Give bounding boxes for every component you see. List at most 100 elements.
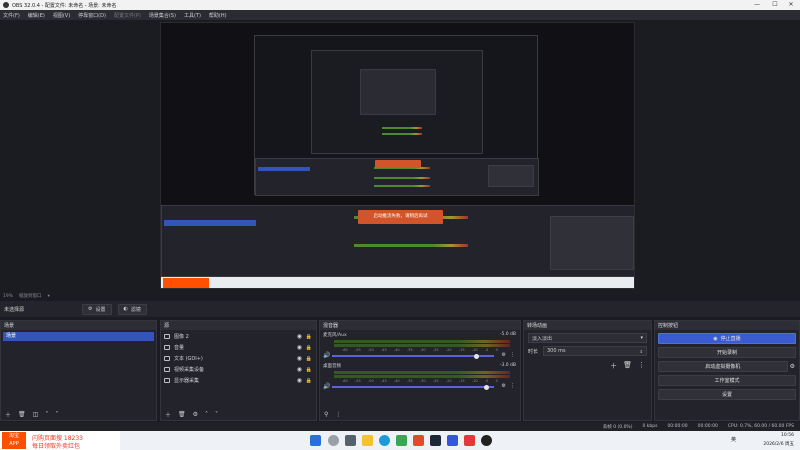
volume-knob[interactable]	[484, 384, 489, 390]
menu-view[interactable]: 视图(V)	[53, 12, 70, 19]
volume-knob[interactable]	[474, 353, 479, 359]
duration-label: 时长	[528, 348, 539, 355]
volume-slider[interactable]	[332, 355, 494, 357]
app-icon[interactable]	[447, 435, 458, 446]
file-explorer-icon[interactable]	[362, 435, 373, 446]
menu-file[interactable]: 文件(F)	[3, 12, 20, 19]
stop-streaming-button[interactable]: ◉ 停止直播	[658, 333, 796, 344]
transitions-dock: 转场动画 淡入淡出 ▾ 时长 300 ms ⇕ ＋ 🗑 ⋮	[523, 320, 652, 421]
close-button[interactable]: ✕	[782, 0, 800, 10]
transition-select[interactable]: 淡入淡出 ▾	[528, 333, 647, 343]
chevron-down-icon[interactable]: ▾	[48, 294, 50, 299]
language-indicator[interactable]: 英	[731, 436, 736, 443]
preview-canvas[interactable]: 启动推流失败，请稍后再试	[160, 22, 635, 289]
add-icon[interactable]: ＋	[165, 410, 171, 419]
menu-profile[interactable]: 配置文件(P)	[114, 12, 141, 19]
task-view-icon[interactable]	[345, 435, 356, 446]
eye-icon[interactable]: ◉	[297, 333, 302, 340]
chevron-up-icon[interactable]: ˄	[205, 411, 208, 418]
volume-slider[interactable]	[332, 386, 494, 388]
more-icon[interactable]: ⋮	[510, 383, 515, 389]
mixer-channel: 桌面音频 -3.0 dB -60 -55 -50 -45 -40 -35 -30 -25 -20…	[320, 361, 520, 391]
link-icon[interactable]: ⚲	[324, 411, 328, 418]
scenes-dock: 场景 场景 ＋ 🗑 ◫ ˄ ˅	[0, 320, 157, 421]
add-icon[interactable]: ＋	[610, 361, 617, 371]
duration-input[interactable]: 300 ms ⇕	[543, 346, 647, 356]
source-item[interactable]: 视频采集设备 ◉ 🔒	[161, 364, 316, 375]
speaker-icon[interactable]: 🔊	[323, 352, 330, 359]
nested-preview	[254, 35, 539, 196]
stepper-icon: ⇕	[639, 348, 643, 354]
menu-docks[interactable]: 停靠窗口(D)	[78, 12, 106, 19]
zoom-mode[interactable]: 缩放到窗口	[19, 293, 42, 299]
steam-icon[interactable]	[430, 435, 441, 446]
menu-edit[interactable]: 编辑(E)	[28, 12, 45, 19]
gear-icon[interactable]: ⚙	[193, 411, 198, 418]
search-icon[interactable]	[328, 435, 339, 446]
app-icon[interactable]	[396, 435, 407, 446]
gear-icon: ⚙	[88, 306, 93, 312]
filter-icon[interactable]: ◫	[33, 411, 39, 418]
eye-icon[interactable]: ◉	[297, 355, 302, 362]
obs-icon[interactable]	[481, 435, 492, 446]
lock-icon[interactable]: 🔒	[306, 356, 312, 362]
source-item[interactable]: 文本 (GDI+) ◉ 🔒	[161, 353, 316, 364]
eye-icon[interactable]: ◉	[297, 377, 302, 384]
more-icon[interactable]: ⋮	[510, 352, 515, 358]
speaker-icon[interactable]: 🔊	[323, 383, 330, 390]
filter-icon: ◐	[123, 306, 128, 312]
sources-toolbar: ＋ 🗑 ⚙ ˄ ˅	[161, 408, 316, 420]
camera-icon	[164, 367, 170, 372]
eye-icon[interactable]: ◉	[297, 366, 302, 373]
channel-name: 桌面音频	[323, 364, 341, 369]
controls-dock: 控制按钮 ◉ 停止直播 开始录制 启动虚拟摄像机 ⚙ 工作室模式 设置	[654, 320, 800, 421]
trash-icon[interactable]: 🗑	[623, 361, 632, 371]
controls-title: 控制按钮	[655, 321, 799, 330]
source-item[interactable]: 图像 2 ◉ 🔒	[161, 331, 316, 342]
taskbar: 淘宝 APP 闪购页面搜 18233 每日领取外卖红包 英 10:56 2026…	[0, 431, 800, 450]
clock-date[interactable]: 2026/2/6 周五	[763, 441, 794, 447]
chevron-down-icon[interactable]: ˅	[55, 411, 58, 418]
more-icon[interactable]: ⋮	[335, 411, 341, 418]
start-recording-button[interactable]: 开始录制	[658, 347, 796, 358]
menu-help[interactable]: 帮助(H)	[209, 12, 227, 19]
app-icon[interactable]	[413, 435, 424, 446]
edge-icon[interactable]	[379, 435, 390, 446]
menu-tools[interactable]: 工具(T)	[184, 12, 201, 19]
source-item[interactable]: 显示器采集 ◉ 🔒	[161, 375, 316, 386]
source-filters-button[interactable]: ◐ 滤镜	[117, 303, 147, 315]
settings-button[interactable]: 设置	[658, 389, 796, 400]
sources-dock: 源 图像 2 ◉ 🔒 音量 ◉ 🔒 文本 (GDI+) ◉ 🔒 视频采集设备 ◉…	[160, 320, 317, 421]
app-icon[interactable]	[464, 435, 475, 446]
more-icon[interactable]: ⋮	[638, 361, 645, 371]
lock-icon[interactable]: 🔒	[306, 367, 312, 373]
eye-icon[interactable]: ◉	[297, 344, 302, 351]
scene-item[interactable]: 场景	[3, 332, 154, 341]
add-icon[interactable]: ＋	[5, 410, 11, 419]
start-virtual-camera-button[interactable]: 启动虚拟摄像机	[658, 361, 788, 372]
menu-scene-collection[interactable]: 场景集合(S)	[149, 12, 176, 19]
lock-icon[interactable]: 🔒	[306, 378, 312, 384]
chevron-up-icon[interactable]: ˄	[45, 411, 48, 418]
windows-start-icon[interactable]	[310, 435, 321, 446]
nested-error-toast	[375, 160, 421, 168]
minimize-button[interactable]: —	[748, 0, 766, 10]
studio-mode-button[interactable]: 工作室模式	[658, 375, 796, 386]
source-context-bar: 未选择源 ⚙ 设置 ◐ 滤镜	[0, 301, 800, 317]
ad-banner[interactable]: 淘宝 APP 闪购页面搜 18233 每日领取外卖红包	[0, 431, 120, 450]
sources-title: 源	[161, 321, 316, 330]
trash-icon[interactable]: 🗑	[18, 411, 26, 418]
zoom-strip: 19% 缩放到窗口 ▾	[0, 291, 800, 301]
gear-icon[interactable]: ⚙	[790, 363, 795, 370]
gear-icon[interactable]: ⚙	[502, 383, 506, 389]
clock-time[interactable]: 10:56	[781, 433, 794, 438]
source-settings-button[interactable]: ⚙ 设置	[82, 303, 112, 315]
source-item[interactable]: 音量 ◉ 🔒	[161, 342, 316, 353]
gear-icon[interactable]: ⚙	[502, 352, 506, 358]
chevron-down-icon[interactable]: ˅	[215, 411, 218, 418]
lock-icon[interactable]: 🔒	[306, 345, 312, 351]
trash-icon[interactable]: 🗑	[178, 411, 186, 418]
zoom-level[interactable]: 19%	[3, 294, 13, 299]
lock-icon[interactable]: 🔒	[306, 334, 312, 340]
scenes-toolbar: ＋ 🗑 ◫ ˄ ˅	[1, 408, 156, 420]
